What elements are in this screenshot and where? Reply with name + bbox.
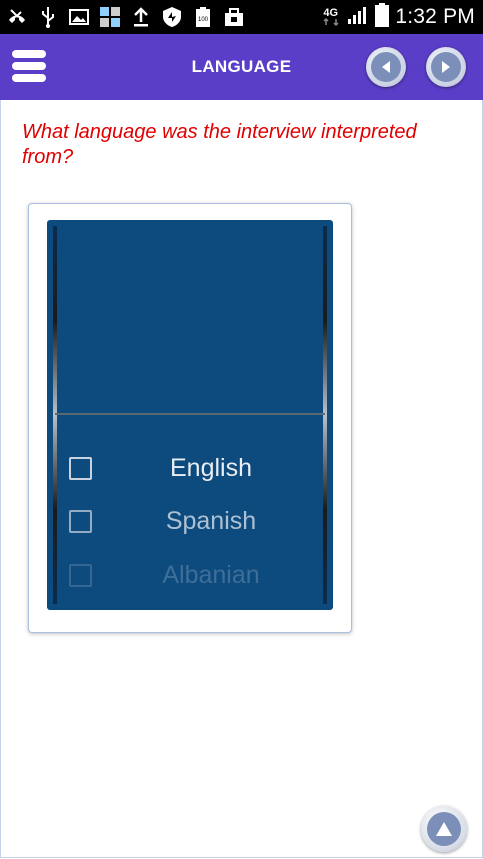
picker-card: English Spanish Albanian xyxy=(28,203,352,633)
arrow-right-icon xyxy=(431,52,461,82)
missed-call-icon xyxy=(6,6,28,28)
svg-text:100: 100 xyxy=(198,17,209,23)
forward-button[interactable] xyxy=(426,47,466,87)
option-label: English xyxy=(170,453,252,482)
option-albanian[interactable]: Albanian xyxy=(69,557,319,593)
menu-icon-bar xyxy=(12,50,46,58)
upload-icon xyxy=(130,6,152,28)
network-type: 4G xyxy=(323,7,339,19)
menu-icon-bar xyxy=(12,74,46,82)
status-bar: 100 4G 1:32 PM xyxy=(0,0,483,34)
option-english[interactable]: English xyxy=(69,450,319,486)
arrow-left-icon xyxy=(371,52,401,82)
page-title: LANGUAGE xyxy=(191,57,292,76)
menu-icon-bar xyxy=(12,62,46,70)
battery-100-icon: 100 xyxy=(192,6,214,28)
scroll-to-top-button[interactable] xyxy=(421,806,467,852)
checkbox[interactable] xyxy=(69,456,92,480)
shield-icon xyxy=(161,6,183,28)
clock: 1:32 PM xyxy=(395,5,475,28)
signal-icon xyxy=(347,5,369,30)
system-icons: 4G 1:32 PM xyxy=(323,0,475,34)
battery-icon xyxy=(375,2,390,32)
arrow-up-icon xyxy=(427,812,461,846)
checkbox[interactable] xyxy=(69,563,92,587)
app-icon xyxy=(99,6,121,28)
picker-rail-left xyxy=(53,226,57,604)
question-text: What language was the interview interpre… xyxy=(22,121,417,168)
picker-rail-right xyxy=(323,226,327,604)
usb-icon xyxy=(37,6,59,28)
language-picker[interactable]: English Spanish Albanian xyxy=(47,220,333,610)
briefcase-icon xyxy=(223,6,245,28)
app-bar: LANGUAGE xyxy=(0,34,483,100)
back-button[interactable] xyxy=(366,47,406,87)
option-label: Spanish xyxy=(165,506,257,535)
image-icon xyxy=(68,6,90,28)
option-spanish[interactable]: Spanish xyxy=(69,503,319,539)
checkbox[interactable] xyxy=(69,509,92,533)
option-label: Albanian xyxy=(162,560,260,589)
picker-selection-divider xyxy=(55,413,325,415)
menu-button[interactable] xyxy=(12,50,46,84)
notification-icons: 100 xyxy=(0,0,245,34)
network-indicator: 4G xyxy=(323,8,341,26)
